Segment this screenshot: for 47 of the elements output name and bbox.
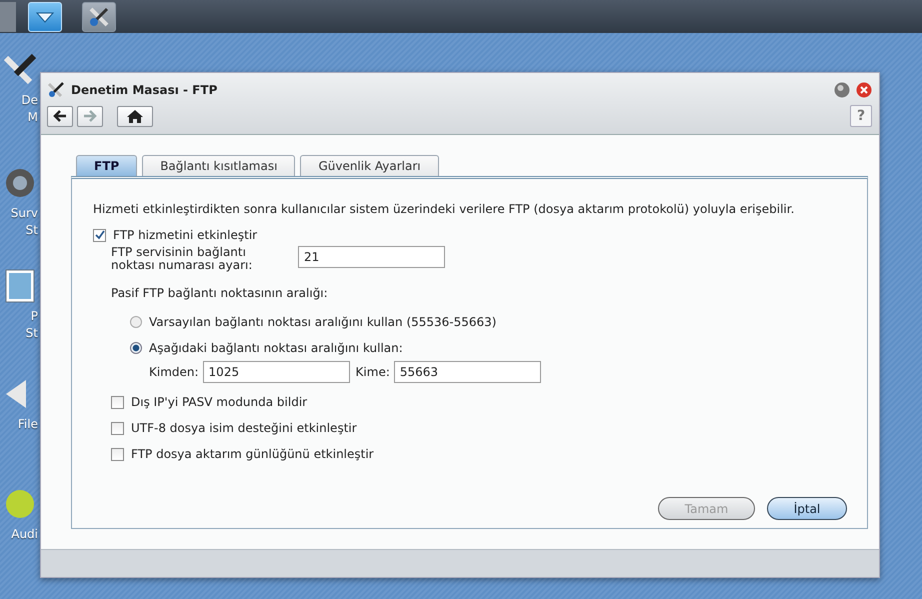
back-button[interactable] [47,106,73,126]
desktop-icon-label: St [26,222,39,239]
port-label: FTP servisinin bağlantı noktası numarası ayarı: [111,246,254,272]
menu-button[interactable] [28,2,62,32]
section-label: Pasif FTP bağlantı noktasının aralığı: [111,286,329,300]
radio-label: Varsayılan bağlantı noktası aralığını kullan (55536-55663) [149,315,496,329]
close-icon[interactable] [856,82,872,98]
desktop-icon-label: P [30,308,39,325]
desktop-icon-label: De [21,92,39,109]
help-button[interactable]: ? [850,105,872,127]
desktop-icon-label: St [26,325,39,342]
taskbar-grip [0,2,16,32]
tab[interactable]: FTP [76,155,138,176]
desktop-icon-label: Audi [11,526,39,543]
from-label: Kimden: [149,365,199,379]
checkbox[interactable] [93,228,106,242]
checkbox-label: Dış IP'yi PASV modunda bildir [131,395,308,409]
left-arrow-icon [53,110,67,122]
port-field[interactable]: 21 [298,246,445,268]
checkbox[interactable] [111,422,124,434]
minimize-icon[interactable] [834,82,850,98]
checkbox[interactable] [111,448,124,460]
checkbox-label: FTP dosya aktarım günlüğünü etkinleştir [131,447,374,461]
description-text: Hizmeti etkinleştirdikten sonra kullanıcılar sistem üzerindeki verilere FTP (dosya aktarım protokolü) yoluyla erişebilir. [93,202,796,216]
desktop-icon-label: Surv [10,205,39,222]
tools-icon [87,4,111,28]
radio-button[interactable] [130,316,142,328]
right-arrow-icon [83,110,97,122]
home-icon [127,110,143,122]
radio-button[interactable] [130,342,142,354]
window-title: Denetim Masası - FTP [71,83,218,97]
tab[interactable]: Bağlantı kısıtlaması [142,155,296,176]
tools-button[interactable] [82,2,116,32]
desktop-icon-label: File [18,416,39,433]
desktop-icon-label: M [28,109,39,126]
home-button[interactable] [117,106,153,126]
to-label: Kime: [356,365,390,379]
caret-icon [35,10,55,22]
checkbox-label: FTP hizmetini etkinleştir [113,228,258,242]
checkbox[interactable] [111,396,124,408]
checkbox-label: UTF-8 dosya isim desteğini etkinleştir [131,421,357,435]
cancel-button[interactable]: İptal [767,497,847,520]
radio-label: Aşağıdaki bağlantı noktası aralığını kullan: [149,341,403,355]
tab[interactable]: Güvenlik Ayarları [300,155,439,176]
tools-icon [47,81,65,99]
to-port-field[interactable]: 55663 [394,361,541,383]
from-port-field[interactable]: 1025 [202,361,350,383]
